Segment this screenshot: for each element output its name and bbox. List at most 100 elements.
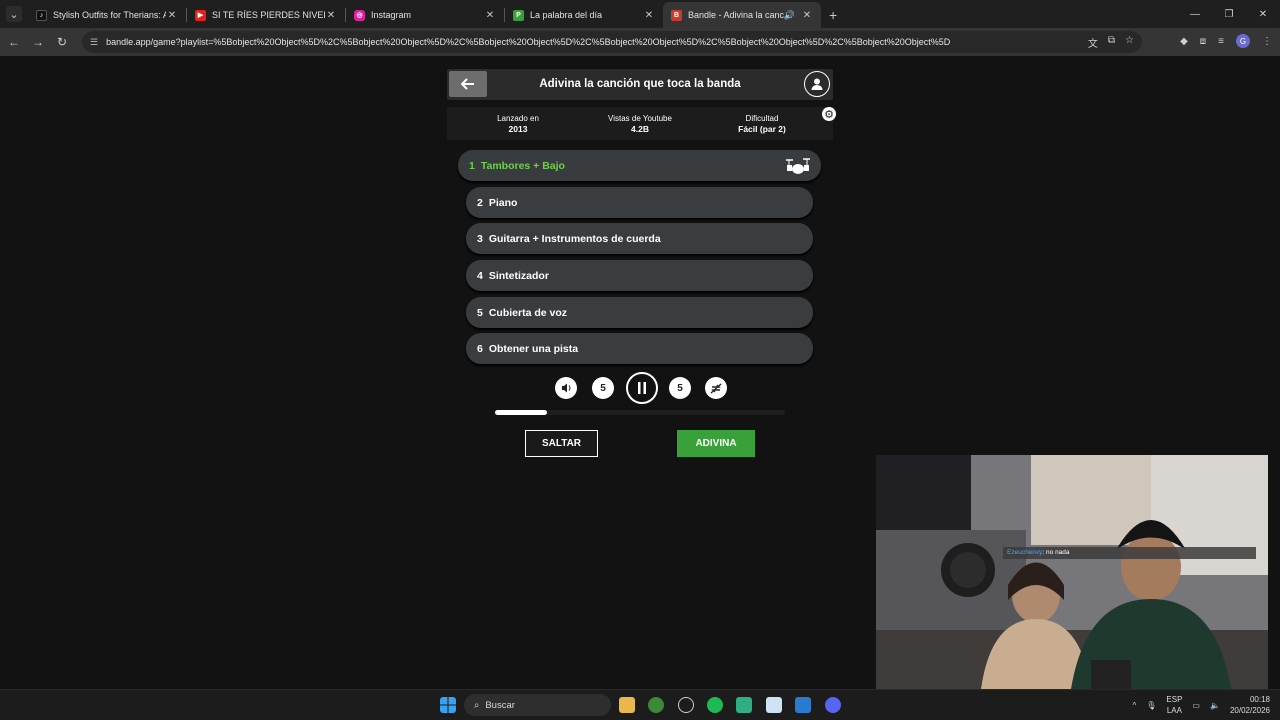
tab-youtube[interactable]: ▶ SI TE RÍES PIERDES NIVEL DIOS ✕	[187, 2, 345, 28]
tab-palabra[interactable]: P La palabra del día ✕	[505, 2, 663, 28]
clue-1[interactable]: 1 Tambores + Bajo	[458, 150, 821, 181]
song-info-bar: Lanzado en 2013 Vistas de Youtube 4.2B D…	[447, 107, 833, 140]
forward-button[interactable]: 5	[669, 377, 691, 399]
clue-label: Guitarra + Instrumentos de cuerda	[488, 232, 661, 245]
webcam-video	[876, 455, 1268, 689]
info-label: Vistas de Youtube	[608, 114, 672, 123]
notepad-icon[interactable]	[766, 697, 782, 713]
palabra-icon: P	[513, 9, 524, 21]
clue-label: Obtener una pista	[488, 342, 579, 355]
forward-arrow-icon[interactable]: →	[26, 35, 50, 49]
restore-icon[interactable]: ❐	[1212, 9, 1246, 20]
close-icon[interactable]: ✕	[166, 10, 178, 21]
clue-label: Tambores + Bajo	[480, 159, 565, 172]
guess-button[interactable]: ADIVINA	[677, 430, 755, 457]
settings-gear-icon[interactable]: ⚙	[822, 107, 836, 121]
close-icon[interactable]: ✕	[325, 10, 337, 21]
translate-icon[interactable]: 文	[1088, 35, 1098, 50]
clue-number: 1	[469, 159, 475, 172]
menu-icon[interactable]: ⋮	[1262, 36, 1272, 47]
site-info-icon[interactable]: ☰	[90, 37, 98, 48]
webcam-overlay	[876, 455, 1268, 689]
clue-label: Sintetizador	[488, 269, 549, 282]
volume-button[interactable]	[555, 377, 577, 399]
lang-bottom: LAA	[1166, 706, 1182, 715]
close-icon[interactable]: ✕	[484, 10, 496, 21]
search-placeholder: Buscar	[485, 699, 515, 711]
date: 20/02/2026	[1229, 706, 1270, 715]
clue-label: Piano	[488, 196, 518, 209]
minimize-icon[interactable]: —	[1178, 9, 1212, 20]
user-icon	[811, 78, 823, 90]
app-icon[interactable]	[678, 697, 694, 713]
extensions-icon[interactable]: ⧈	[1200, 36, 1206, 47]
taskbar: ⌕ Buscar ^ 🎙 ESP LAA ▭ 🔈 00:18 20/02/202…	[0, 689, 1280, 720]
views-info: Vistas de Youtube 4.2B	[580, 114, 700, 135]
pause-button[interactable]	[626, 372, 658, 404]
bandle-icon: B	[671, 9, 682, 21]
new-tab-button[interactable]: +	[829, 7, 837, 23]
tab-title: Instagram	[371, 10, 412, 20]
taskbar-search[interactable]: ⌕ Buscar	[464, 694, 611, 716]
windows-start-icon[interactable]	[440, 697, 456, 713]
file-explorer-icon[interactable]	[619, 697, 635, 713]
gemini-icon[interactable]: ◆	[1180, 36, 1188, 47]
tab-tiktok[interactable]: ♪ Stylish Outfits for Therians: A G ✕	[28, 2, 186, 28]
clue-3[interactable]: 3 Guitarra + Instrumentos de cuerda	[466, 223, 813, 254]
tab-title: Stylish Outfits for Therians: A G	[53, 10, 166, 20]
network-icon[interactable]: ▭	[1192, 701, 1200, 710]
forward-icon: 5	[677, 382, 683, 394]
tab-instagram[interactable]: ◎ Instagram ✕	[346, 2, 504, 28]
photos-icon[interactable]	[795, 697, 811, 713]
bookmark-star-icon[interactable]: ☆	[1125, 35, 1134, 50]
chrome-icon[interactable]	[648, 697, 664, 713]
rewind-button[interactable]: 5	[592, 377, 614, 399]
clue-4[interactable]: 4 Sintetizador	[466, 260, 813, 291]
clue-2[interactable]: 2 Piano	[466, 187, 813, 218]
clue-6[interactable]: 6 Obtener una pista	[466, 333, 813, 364]
info-value: Fácil (par 2)	[738, 124, 786, 134]
close-icon[interactable]: ✕	[801, 10, 813, 21]
clue-5[interactable]: 5 Cubierta de voz	[466, 297, 813, 328]
rewind-icon: 5	[600, 382, 606, 394]
page-title: Adivina la canción que toca la banda	[539, 78, 741, 90]
playback-progress[interactable]	[495, 410, 785, 415]
chat-nick: Ezeuchenvy	[1007, 549, 1043, 556]
close-window-icon[interactable]: ✕	[1246, 9, 1280, 20]
language-indicator[interactable]: ESP LAA	[1166, 694, 1182, 716]
app-green-icon[interactable]	[736, 697, 752, 713]
user-button[interactable]	[804, 71, 830, 97]
clue-label: Cubierta de voz	[488, 306, 568, 319]
clue-number: 3	[477, 232, 483, 245]
media-controls-icon[interactable]: ≡	[1218, 36, 1224, 47]
chevron-up-icon[interactable]: ^	[1132, 701, 1136, 710]
close-icon[interactable]: ✕	[643, 10, 655, 21]
instagram-icon: ◎	[354, 9, 365, 21]
profile-avatar[interactable]: G	[1236, 34, 1250, 48]
microphone-icon[interactable]: 🎙	[1146, 701, 1156, 710]
tab-bandle[interactable]: B Bandle - Adivina la canción 🔊 ✕	[663, 2, 821, 28]
clue-number: 4	[477, 269, 483, 282]
tab-search-button[interactable]: ⌄	[6, 6, 22, 22]
discord-icon[interactable]	[825, 697, 841, 713]
pause-icon	[638, 382, 646, 394]
install-app-icon[interactable]: ⧉	[1108, 35, 1115, 50]
info-value: 2013	[508, 124, 528, 134]
reload-icon[interactable]: ↻	[50, 35, 74, 49]
chat-text: : no nada	[1042, 549, 1070, 556]
info-label: Dificultad	[745, 114, 779, 123]
speaker-icon[interactable]: 🔊	[784, 10, 795, 21]
url-text[interactable]: bandle.app/game?playlist=%5Bobject%20Obj…	[106, 37, 1088, 47]
spotify-icon[interactable]	[707, 697, 723, 713]
address-bar[interactable]: ☰ bandle.app/game?playlist=%5Bobject%20O…	[82, 31, 1142, 53]
time: 00:18	[1249, 695, 1270, 704]
tab-title: SI TE RÍES PIERDES NIVEL DIOS	[212, 10, 325, 20]
lang-top: ESP	[1166, 695, 1183, 704]
tab-title: Bandle - Adivina la canción	[688, 10, 784, 20]
skip-button[interactable]: SALTAR	[525, 430, 598, 457]
back-arrow-icon[interactable]: ←	[2, 35, 26, 49]
clock[interactable]: 00:18 20/02/2026	[1230, 694, 1270, 716]
loop-button[interactable]	[705, 377, 727, 399]
volume-icon[interactable]: 🔈	[1210, 701, 1220, 710]
loop-off-icon	[710, 382, 722, 394]
